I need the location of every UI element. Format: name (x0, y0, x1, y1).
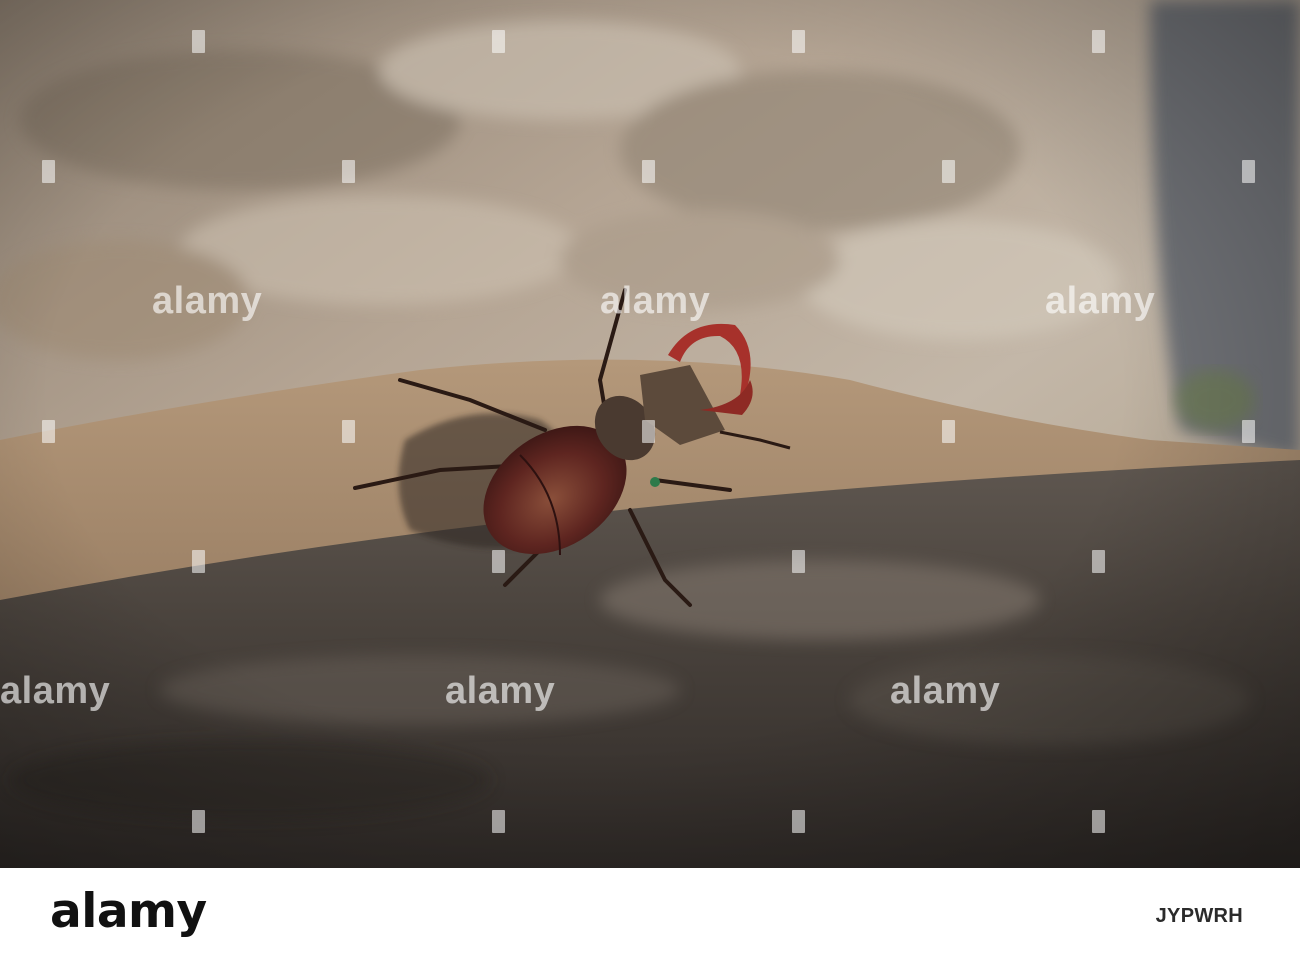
watermark-text: alamy (890, 670, 1001, 712)
stag-beetle-photo: alamy alamy alamy alamy alamy alamy (0, 0, 1300, 868)
watermark-mark (942, 420, 955, 443)
watermark-mark (342, 420, 355, 443)
watermark-mark (192, 30, 205, 53)
watermark-mark (492, 810, 505, 833)
watermark-mark (1092, 810, 1105, 833)
watermark-mark (42, 160, 55, 183)
watermark-text: alamy (1045, 280, 1156, 322)
watermark-mark (792, 550, 805, 573)
watermark-mark (1092, 30, 1105, 53)
watermark-mark (42, 420, 55, 443)
watermark-mark (642, 420, 655, 443)
watermark-mark (1242, 160, 1255, 183)
watermark-mark (1092, 550, 1105, 573)
watermark-mark (492, 30, 505, 53)
watermark-mark (642, 160, 655, 183)
watermark-text: alamy (0, 670, 111, 712)
watermark-mark (942, 160, 955, 183)
watermark-text: alamy (445, 670, 556, 712)
watermark-mark (792, 30, 805, 53)
watermark-mark (342, 160, 355, 183)
watermark-text: alamy (600, 280, 711, 322)
alamy-logo: alamy (50, 884, 207, 939)
watermark-mark (192, 810, 205, 833)
watermark-text: alamy (152, 280, 263, 322)
watermark-mark (192, 550, 205, 573)
image-id: JYPWRH (1155, 905, 1243, 927)
watermark-mark (492, 550, 505, 573)
watermark-mark (792, 810, 805, 833)
watermark-mark (1242, 420, 1255, 443)
footer-bar: alamy JYPWRH (0, 868, 1300, 957)
